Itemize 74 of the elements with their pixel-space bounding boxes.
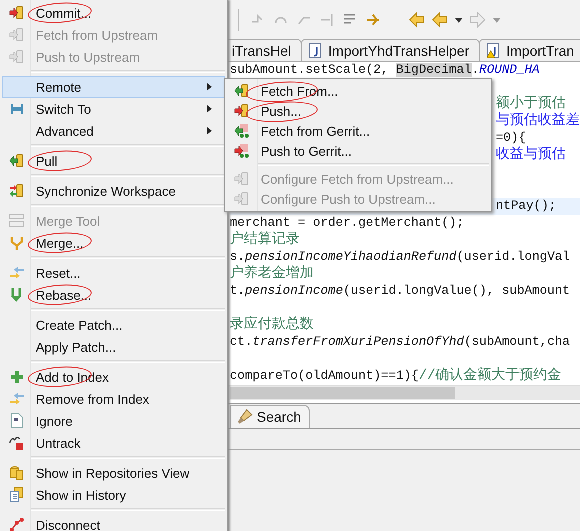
code-line: ct.transferFromXuriPensionOfYhd(subAmount,cha [230,335,570,349]
cylinder-icon [9,465,25,481]
code-line: s.pensionIncomeYihaodianRefund(userid.longVal [230,250,570,264]
code-line: =0){ [496,131,526,145]
code-line: compareTo(oldAmount)==1){//确认金额大于预约金 [230,369,562,383]
document-stack-icon [9,487,25,503]
back-arrow-icon[interactable] [409,12,425,28]
arrow-box-icon [9,183,25,199]
arrow-box-icon [234,83,250,99]
horizontal-scrollbar[interactable] [228,385,580,400]
arrow-box-icon [9,49,25,65]
submenu-arrow-icon [207,105,212,113]
arrow-box-icon [9,153,25,169]
arrow-dots-icon [234,123,250,139]
menu-item[interactable]: Create Patch... [2,314,225,336]
branch-icon [9,101,25,117]
menu-item[interactable]: Rebase... [2,284,225,306]
menu-item[interactable]: Switch To [2,98,225,120]
arrow-dots-icon [234,143,250,159]
plus-icon [9,369,25,385]
document-icon [9,413,25,429]
square-icon [9,435,25,451]
annotation-circle [27,230,93,256]
code-line: 户结算记录 [230,233,300,247]
menu-item[interactable]: Disconnect [2,514,225,531]
code-line: ntPay(); [496,199,556,213]
view-tab[interactable]: Search [230,405,310,428]
annotation-circle [27,0,93,26]
menu-item[interactable]: Untrack [2,432,225,454]
jump-icon[interactable] [365,12,381,28]
double-arrow-icon [9,391,25,407]
back-arrow-icon[interactable] [432,12,448,28]
arrow-box-icon [234,191,250,207]
menu-item[interactable]: Show in Repositories View [2,462,225,484]
menu-item[interactable]: Show in History [2,484,225,506]
code-line: 收益与预估 [496,148,566,162]
arrow-box-icon [234,103,250,119]
code-line: 额小于预估 [496,97,566,111]
down-arrow-icon [9,287,25,303]
menu-item[interactable]: Reset... [2,262,225,284]
menu-item[interactable]: Remote [2,76,225,98]
double-arrow-icon [9,265,25,281]
code-line: subAmount.setScale(2, BigDecimal.ROUND_HA [230,63,540,77]
menu-item[interactable]: Advanced [2,120,225,142]
menu-item[interactable]: Ignore [2,410,225,432]
annotation-circle [27,282,93,308]
menu-item[interactable]: Push... [227,101,489,121]
node-icon [9,517,25,531]
editor-tab[interactable]: ImportYhdTransHelper [301,39,480,61]
arrow-box-icon [234,171,250,187]
code-line: merchant = order.getMerchant(); [230,216,464,230]
arrow-box-icon [9,27,25,43]
menu-item[interactable]: Pull [2,150,225,172]
menu-item[interactable]: Fetch from Gerrit... [227,121,489,141]
menu-item[interactable]: Apply Patch... [2,336,225,358]
menu-item[interactable]: Synchronize Workspace [2,180,225,202]
java-warning-icon [487,42,502,58]
code-line: 户养老金增加 [230,267,314,281]
menu-item[interactable]: Merge... [2,232,225,254]
menu-item[interactable]: Push to Gerrit... [227,141,489,161]
annotation-circle [27,148,93,174]
submenu-arrow-icon [207,83,212,91]
menu-item[interactable]: Commit... [2,2,225,24]
submenu-arrow-icon [207,127,212,135]
code-line: 与预估收益差 [496,114,580,128]
forward-arrow-icon[interactable] [470,12,486,28]
menu-item[interactable]: Remove from Index [2,388,225,410]
code-line: 录应付款总数 [230,318,314,332]
arrow-box-icon [9,5,25,21]
code-line: t.pensionIncome(userid.longValue(), subAmount [230,284,570,298]
java-file-icon [309,42,324,58]
caret-icon[interactable] [455,18,463,22]
flashlight-icon [237,409,253,425]
editor-tab[interactable]: ImportTran [479,39,580,61]
